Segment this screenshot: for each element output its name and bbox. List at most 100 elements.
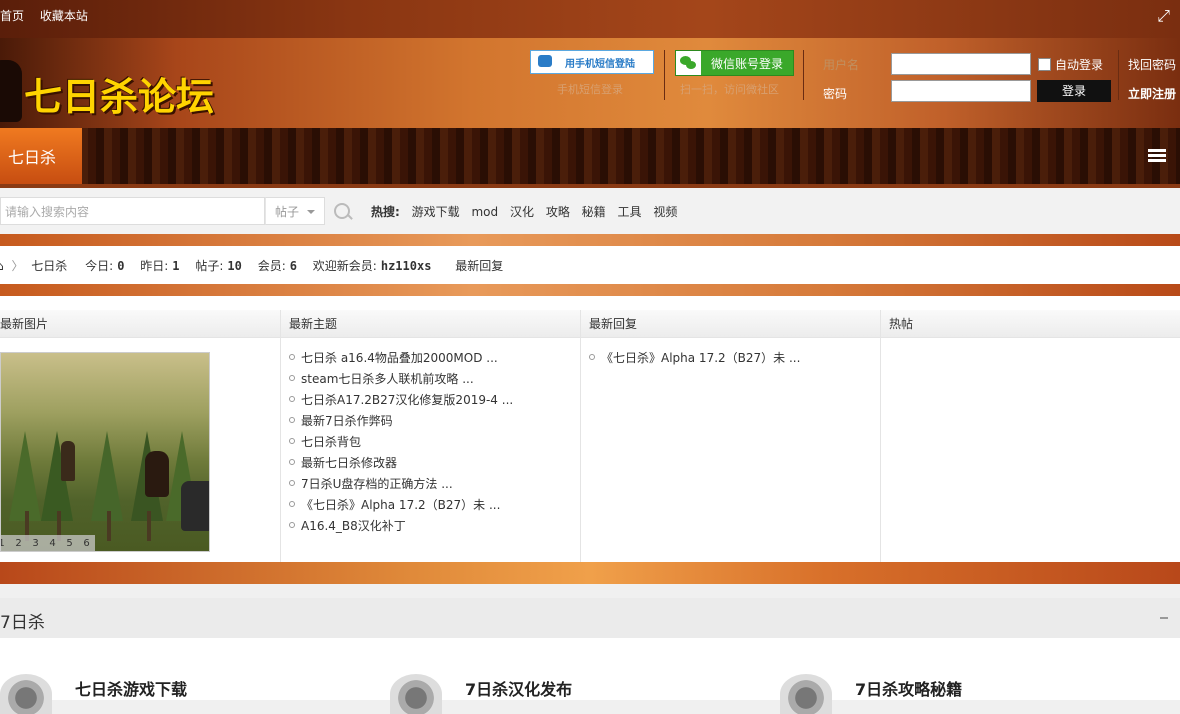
divider [803,50,804,100]
main-nav: 七日杀 [0,128,1180,188]
pager-dot[interactable]: 6 [78,536,95,551]
latest-images-column: 最新图片 123456 [0,310,281,562]
hot-label: 热搜: [371,205,400,219]
search-type-value: 帖子 [275,205,300,219]
password-input[interactable] [891,80,1031,102]
yesterday-label: 昨日: [140,259,169,273]
hot-link[interactable]: 汉化 [510,205,534,219]
register-link[interactable]: 立即注册 [1128,85,1176,102]
column-header: 最新图片 [0,310,280,338]
list-item[interactable]: steam七日杀多人联机前攻略 ... [289,369,580,390]
home-icon[interactable]: ⌂ [0,259,4,273]
hot-link[interactable]: 秘籍 [582,205,606,219]
posts-label: 帖子: [195,259,224,273]
latest-topics-column: 最新主题 七日杀 a16.4物品叠加2000MOD ... steam七日杀多人… [281,310,581,562]
forum-name[interactable]: 7日杀汉化发布 [465,676,572,700]
forum-icon [0,674,52,714]
list-item[interactable]: 最新7日杀作弊码 [289,411,580,432]
menu-icon[interactable] [1148,149,1166,163]
pager-dot[interactable]: 3 [27,536,44,551]
pager-dot[interactable]: 4 [44,536,61,551]
hot-link[interactable]: mod [471,205,498,219]
list-item[interactable]: 7日杀U盘存档的正确方法 ... [289,474,580,495]
breadcrumb-separator: 〉 [11,259,24,273]
column-header: 最新回复 [581,310,880,338]
divider [1118,50,1119,100]
search-input[interactable]: 请输入搜索内容 [0,197,265,225]
posts-count: 10 [227,259,242,273]
divider [664,50,665,100]
list-item[interactable]: 七日杀背包 [289,432,580,453]
wechat-login-label: 微信账号登录 [711,57,784,71]
collapse-icon[interactable] [1160,617,1168,619]
forum-icon [780,674,832,714]
message-icon [538,55,552,67]
bookmark-link[interactable]: 收藏本站 [40,9,88,23]
welcome-label: 欢迎新会员: [312,259,377,273]
hot-link[interactable]: 游戏下载 [412,205,460,219]
pager-dot[interactable]: 5 [61,536,78,551]
list-item[interactable]: 《七日杀》Alpha 17.2（B27）未 ... [589,348,880,369]
decor-band [0,562,1180,584]
list-item[interactable]: 七日杀 a16.4物品叠加2000MOD ... [289,348,580,369]
wechat-login-button[interactable]: 微信账号登录 [675,50,794,76]
search-bar: 请输入搜索内容 帖子 热搜: 游戏下载 mod 汉化 攻略 秘籍 工具 视频 [0,188,1180,234]
column-header: 热帖 [881,310,1180,338]
hot-searches: 热搜: 游戏下载 mod 汉化 攻略 秘籍 工具 视频 [371,203,685,220]
today-count: 0 [117,259,125,273]
search-type-select[interactable]: 帖子 [265,197,325,225]
category-header: 7日杀 [0,598,1180,638]
column-header: 最新主题 [281,310,580,338]
pager-dot[interactable]: 1 [1,536,10,551]
decor-band [0,234,1180,246]
sms-login-link[interactable]: 手机短信登录 [557,81,623,97]
fullscreen-icon[interactable]: ⤢ [1157,6,1170,26]
login-button[interactable]: 登录 [1037,80,1111,102]
top-bar: 设为首页 收藏本站 ⤢ [0,0,1180,38]
new-member-link[interactable]: hz110xs [381,259,432,273]
wechat-sub-text: 扫一扫，访问微社区 [680,83,779,96]
auto-login-label: 自动登录 [1055,58,1104,72]
username-input[interactable] [891,53,1031,75]
pager-dot[interactable]: 2 [10,536,27,551]
list-item[interactable]: A16.4_B8汉化补丁 [289,516,580,537]
decor-band [0,284,1180,296]
hot-posts-column: 热帖 [881,310,1180,562]
sms-login-label: 用手机短信登陆 [565,59,635,70]
topic-list: 七日杀 a16.4物品叠加2000MOD ... steam七日杀多人联机前攻略… [281,348,580,537]
list-item[interactable]: 《七日杀》Alpha 17.2（B27）未 ... [289,495,580,516]
forum-name[interactable]: 七日杀游戏下载 [75,676,187,700]
hot-link[interactable]: 工具 [618,205,642,219]
members-count: 6 [289,259,297,273]
nav-item-active[interactable]: 七日杀 [0,128,82,188]
latest-reply-link[interactable]: 最新回复 [455,259,503,273]
password-label: 密码 [823,87,848,101]
latest-replies-column: 最新回复 《七日杀》Alpha 17.2（B27）未 ... [581,310,881,562]
portal-panel: 最新图片 123456 最新主题 七日杀 a16.4物品叠加2000MOD ..… [0,296,1180,562]
search-icon[interactable] [334,203,350,219]
forum-name[interactable]: 7日杀攻略秘籍 [855,676,962,700]
logo-text: 七日杀论坛 [24,74,215,119]
hot-link[interactable]: 攻略 [546,205,570,219]
latest-image[interactable]: 123456 [0,352,210,552]
today-label: 今日: [85,259,114,273]
yesterday-count: 1 [172,259,180,273]
category-title[interactable]: 7日杀 [0,608,45,633]
auto-login-checkbox[interactable]: 自动登录 [1038,56,1103,73]
chevron-down-icon [307,210,315,214]
sms-login-button[interactable]: 用手机短信登陆 [530,50,654,74]
hot-link[interactable]: 视频 [653,205,677,219]
find-password-link[interactable]: 找回密码 [1128,56,1176,73]
username-label[interactable]: 用户名 [823,56,859,73]
breadcrumb-forum[interactable]: 七日杀 [31,259,67,273]
list-item[interactable]: 最新七日杀修改器 [289,453,580,474]
image-pager: 123456 [1,535,95,551]
helmet-icon [0,60,22,122]
forum-icon [390,674,442,714]
wechat-icon [676,51,701,75]
members-label: 会员: [257,259,286,273]
forum-stats: ⌂ 〉 七日杀 今日:0 昨日:1 帖子:10 会员:6 欢迎新会员: hz110… [0,246,1180,284]
list-item[interactable]: 七日杀A17.2B27汉化修复版2019-4 ... [289,390,580,411]
set-homepage-link[interactable]: 设为首页 [0,9,24,23]
checkbox-icon[interactable] [1038,58,1051,71]
